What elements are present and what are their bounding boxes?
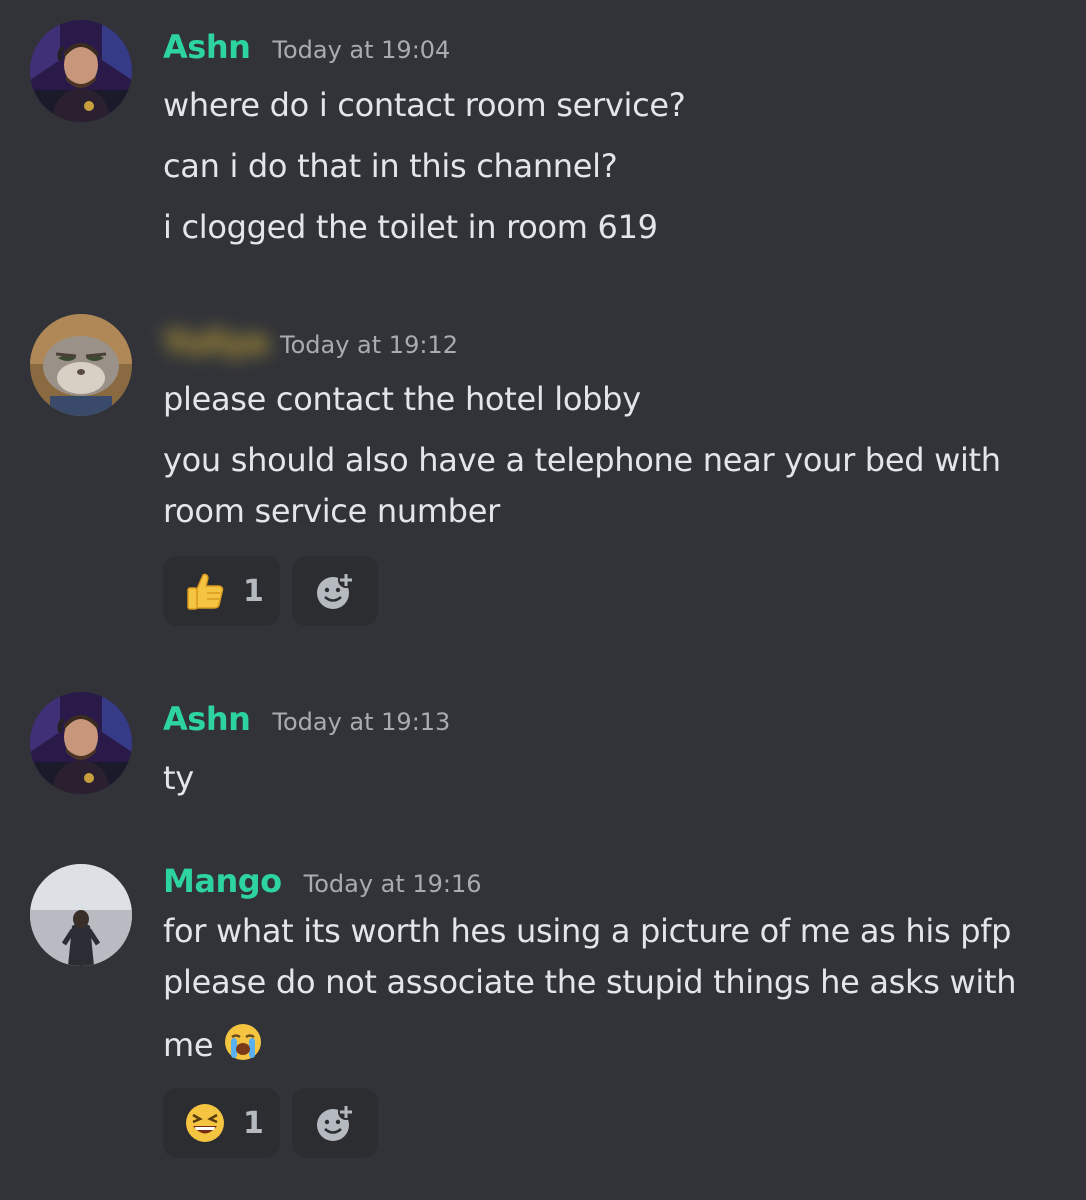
- message-text: me: [163, 1026, 214, 1064]
- reaction-laughing[interactable]: 1: [163, 1088, 280, 1158]
- reaction-count: 1: [243, 573, 264, 609]
- username[interactable]: Ashn: [163, 700, 251, 738]
- message-text-with-emoji: me: [163, 1022, 263, 1070]
- message-text: please contact the hotel lobby: [163, 380, 641, 418]
- add-reaction-button[interactable]: [292, 556, 378, 626]
- chat-message-list: Ashn Today at 19:04 where do i contact r…: [0, 0, 1086, 1200]
- thumbs-up-emoji-icon: [187, 573, 224, 610]
- reaction-thumbs-up[interactable]: 1: [163, 556, 280, 626]
- message-text: room service number: [163, 492, 500, 530]
- message-text: ty: [163, 759, 194, 797]
- username[interactable]: Ashn: [163, 28, 251, 66]
- message-text: for what its worth hes using a picture o…: [163, 912, 1012, 950]
- message-text: you should also have a telephone near yo…: [163, 441, 1001, 479]
- user-avatar-ashn-icon: [30, 692, 132, 794]
- user-avatar-ashn-icon: [30, 20, 132, 122]
- laughing-emoji-icon: [186, 1104, 224, 1142]
- loudly-crying-emoji-icon: [223, 1022, 263, 1070]
- add-reaction-icon: [317, 1104, 354, 1141]
- timestamp: Today at 19:12: [280, 331, 458, 359]
- user-avatar[interactable]: [30, 692, 132, 794]
- message-text: where do i contact room service?: [163, 86, 686, 124]
- username[interactable]: Mango: [163, 862, 282, 900]
- user-avatar[interactable]: [30, 20, 132, 122]
- user-avatar[interactable]: [30, 314, 132, 416]
- add-reaction-button[interactable]: [292, 1088, 378, 1158]
- timestamp: Today at 19:04: [272, 36, 451, 64]
- username[interactable]: Yuliya: [163, 323, 269, 361]
- message-text: i clogged the toilet in room 619: [163, 208, 658, 246]
- message-text: can i do that in this channel?: [163, 147, 618, 185]
- add-reaction-icon: [317, 572, 354, 609]
- timestamp: Today at 19:13: [272, 708, 451, 736]
- timestamp: Today at 19:16: [303, 870, 482, 898]
- user-avatar-bunny-icon: [30, 314, 132, 416]
- reaction-count: 1: [243, 1105, 264, 1141]
- message-text: please do not associate the stupid thing…: [163, 963, 1017, 1001]
- user-avatar[interactable]: [30, 864, 132, 966]
- user-avatar-mango-icon: [30, 864, 132, 966]
